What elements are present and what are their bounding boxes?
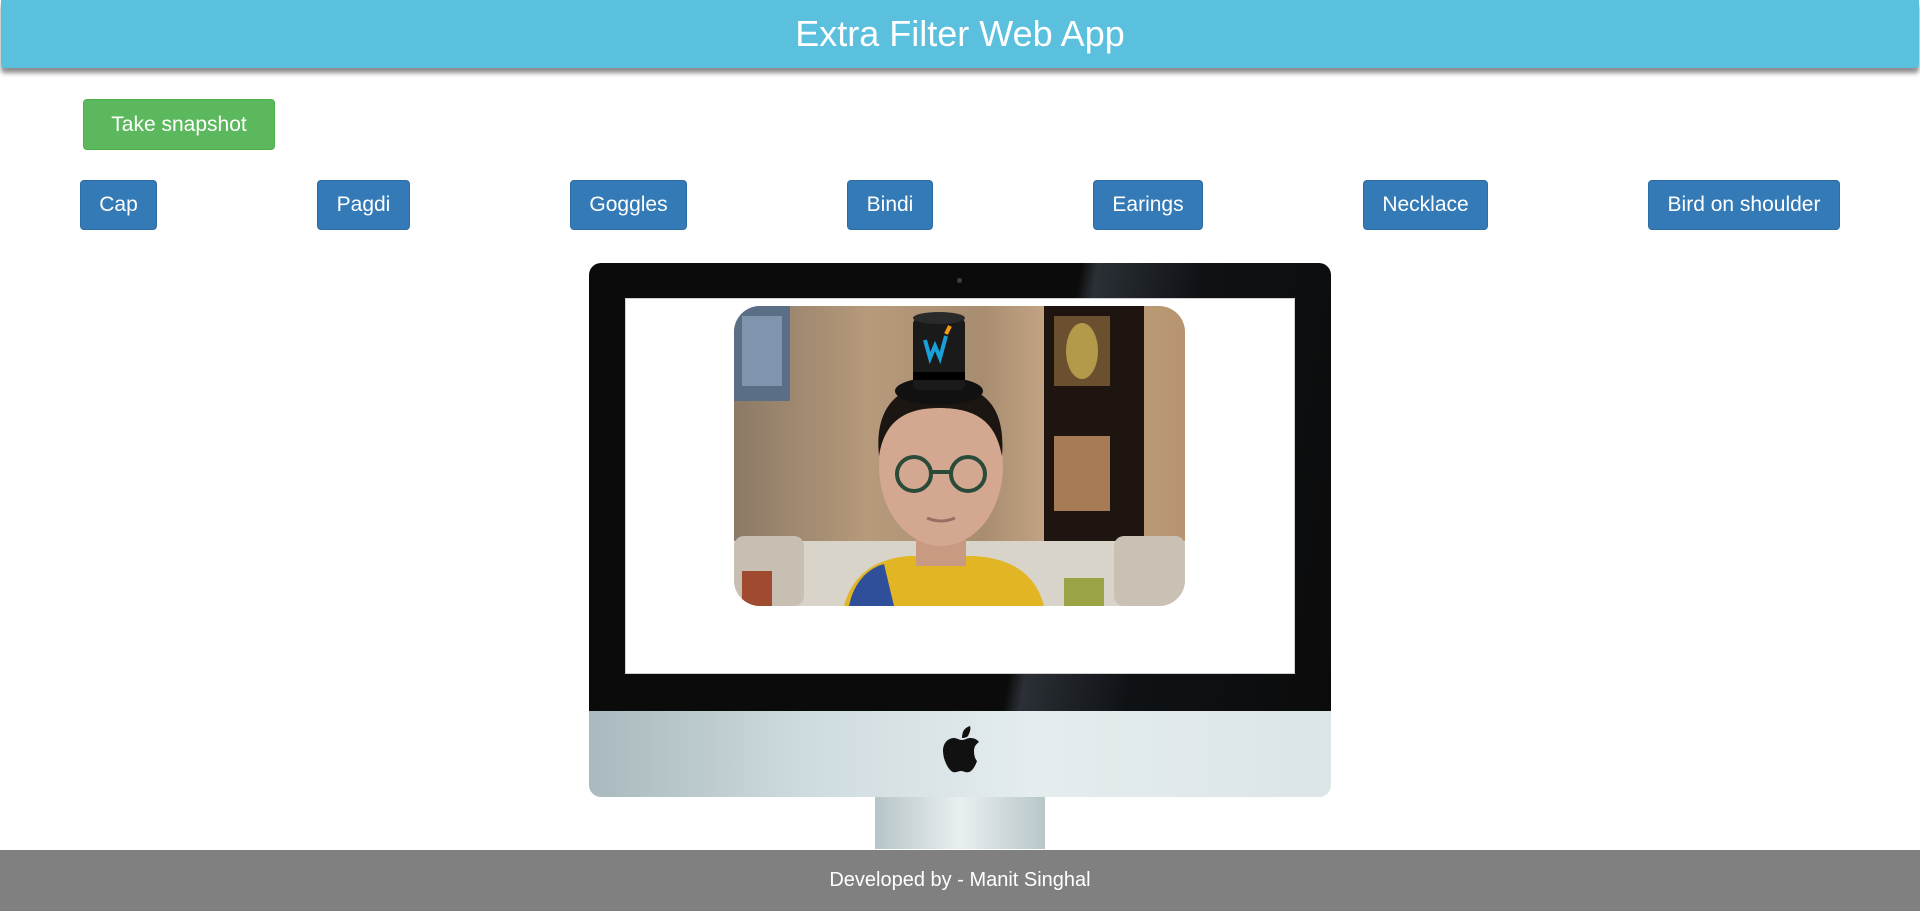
cushion-right — [1064, 578, 1104, 606]
filter-bird-on-shoulder-button[interactable]: Bird on shoulder — [1648, 180, 1840, 230]
sofa-arm-right — [1114, 536, 1185, 606]
camera-dot-icon — [957, 278, 962, 283]
take-snapshot-button[interactable]: Take snapshot — [83, 99, 275, 150]
cushion-left — [742, 571, 772, 606]
app-footer: Developed by - Manit Singhal — [0, 850, 1920, 911]
footer-credit: Developed by - Manit Singhal — [829, 869, 1091, 891]
monitor-stand — [875, 797, 1045, 849]
wall-picture-inner — [742, 316, 782, 386]
filter-cap-button[interactable]: Cap — [80, 180, 157, 230]
filter-bindi-button[interactable]: Bindi — [847, 180, 933, 230]
figurine — [1066, 323, 1098, 379]
filter-pagdi-button[interactable]: Pagdi — [317, 180, 410, 230]
webcam-frame — [734, 306, 1185, 606]
app-header: Extra Filter Web App — [1, 0, 1919, 68]
filter-goggles-button[interactable]: Goggles — [570, 180, 687, 230]
shelf-niche — [1054, 436, 1110, 511]
filter-necklace-button[interactable]: Necklace — [1363, 180, 1488, 230]
apple-icon — [943, 726, 979, 773]
filter-earings-button[interactable]: Earings — [1093, 180, 1203, 230]
top-hat-icon — [895, 312, 983, 405]
page-title: Extra Filter Web App — [795, 13, 1125, 54]
webcam-video — [734, 306, 1185, 606]
